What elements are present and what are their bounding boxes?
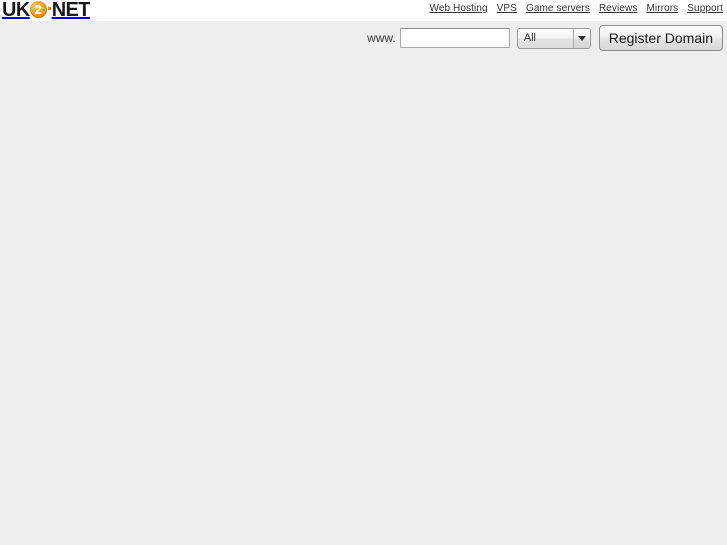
- primary-navigation: Web Hosting VPS Game servers Reviews Mir…: [429, 3, 723, 14]
- globe-icon: [29, 1, 47, 18]
- nav-item-support[interactable]: Support: [687, 3, 723, 14]
- domain-search-bar: www. All Register Domain: [0, 21, 727, 55]
- domain-search-form: www. All Register Domain: [367, 25, 723, 51]
- nav-item-game-servers[interactable]: Game servers: [526, 3, 590, 14]
- nav-item-web-hosting[interactable]: Web Hosting: [429, 3, 487, 14]
- nav-item-vps[interactable]: VPS: [497, 3, 517, 14]
- www-prefix-label: www.: [367, 31, 396, 45]
- logo-text-suffix: NET: [51, 0, 91, 21]
- site-header: UK NET Web Hosting VPS Game servers Revi…: [0, 0, 727, 21]
- site-logo[interactable]: UK NET: [2, 0, 90, 20]
- tld-select-value: All: [523, 31, 536, 44]
- logo-dot: [47, 6, 51, 10]
- nav-item-reviews[interactable]: Reviews: [599, 3, 638, 14]
- page-content-area: [0, 55, 727, 545]
- logo-text-prefix: UK: [2, 0, 30, 21]
- domain-name-input[interactable]: [399, 28, 510, 48]
- register-domain-button[interactable]: Register Domain: [598, 25, 723, 51]
- tld-select[interactable]: All: [516, 27, 591, 49]
- nav-item-mirrors[interactable]: Mirrors: [646, 3, 678, 14]
- chevron-down-icon[interactable]: [572, 28, 590, 48]
- caret-shape: [577, 35, 586, 41]
